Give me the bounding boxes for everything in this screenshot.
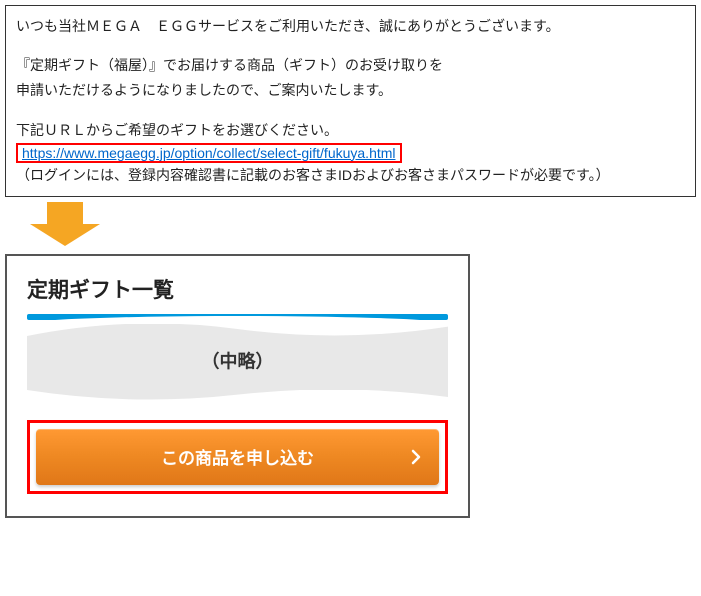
email-body-1: 『定期ギフト（福屋）』でお届けする商品（ギフト）のお受け取りを xyxy=(16,53,685,78)
button-highlight-box: この商品を申し込む xyxy=(27,420,448,494)
gift-select-link[interactable]: https://www.megaegg.jp/option/collect/se… xyxy=(22,145,396,161)
gift-list-panel: 定期ギフト一覧 （中略） この商品を申し込む xyxy=(5,254,470,518)
email-login-note: （ログインには、登録内容確認書に記載のお客さまIDおよびお客さまパスワードが必要… xyxy=(16,163,685,188)
arrow-shaft xyxy=(47,202,83,224)
email-greeting: いつも当社ＭＥＧＡ ＥＧＧサービスをご利用いただき、誠にありがとうございます。 xyxy=(16,14,685,39)
chevron-right-icon xyxy=(411,449,421,465)
gift-list-title: 定期ギフト一覧 xyxy=(27,274,448,304)
apply-button-label: この商品を申し込む xyxy=(161,444,314,469)
flow-arrow xyxy=(30,202,701,246)
omitted-label: （中略） xyxy=(202,348,274,374)
email-instruction: 下記ＵＲＬからご希望のギフトをお選びください。 xyxy=(16,118,685,143)
email-content-box: いつも当社ＭＥＧＡ ＥＧＧサービスをご利用いただき、誠にありがとうございます。 … xyxy=(5,5,696,197)
apply-product-button[interactable]: この商品を申し込む xyxy=(36,429,439,485)
url-highlight-box: https://www.megaegg.jp/option/collect/se… xyxy=(16,143,402,163)
accent-bar xyxy=(27,314,448,320)
email-body-2: 申請いただけるようになりましたので、ご案内いたします。 xyxy=(16,78,685,103)
arrow-head-icon xyxy=(30,224,100,246)
omitted-content-area: （中略） xyxy=(27,314,448,402)
